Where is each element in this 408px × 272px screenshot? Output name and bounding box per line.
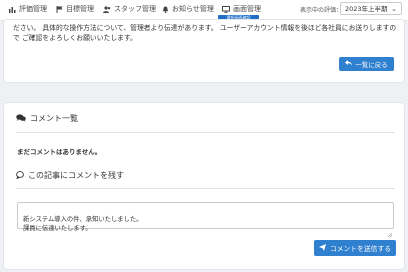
nav-item-staff[interactable]: スタッフ管理 (103, 4, 156, 14)
submit-comment-button[interactable]: コメントを送信する (314, 240, 396, 256)
period-value: 2023年上半期 (345, 5, 388, 13)
nav-item-notices[interactable]: お知らせ管理 (162, 4, 214, 14)
nav-label: お知らせ管理 (172, 5, 214, 13)
comment-bubble-icon (16, 170, 24, 181)
comment-list-heading: コメント一覧 (16, 113, 78, 124)
announcement-card: ださい。 具体的な操作方法について、管理者より伝達があります。 ユーザーアカウン… (4, 20, 404, 82)
comments-icon (16, 113, 26, 124)
divider (16, 132, 395, 133)
nav-label: スタッフ管理 (114, 5, 156, 13)
resize-handle-icon[interactable] (387, 222, 393, 238)
bar-chart-icon (9, 6, 16, 13)
empty-comments-text: まだコメントはありません。 (17, 148, 102, 156)
submit-button-label: コメントを送信する (329, 245, 392, 253)
top-nav: 評価管理 目標管理 スタッフ管理 お知らせ管理 画面管理 選択画面確認 表示中の… (0, 0, 408, 21)
users-icon (103, 5, 111, 13)
nav-item-evaluation[interactable]: 評価管理 (9, 4, 47, 14)
reply-arrow-icon (345, 60, 353, 68)
bell-icon (162, 6, 169, 13)
nav-label: 評価管理 (19, 5, 47, 13)
flag-icon (56, 5, 63, 13)
nav-item-screens[interactable]: 画面管理 (222, 4, 261, 14)
nav-label: 目標管理 (66, 5, 94, 13)
period-label: 表示中の評価： (300, 7, 343, 14)
comment-form-heading: この記事にコメントを残す (16, 170, 124, 181)
back-button-label: 一覧に戻る (355, 61, 388, 69)
divider (16, 188, 395, 189)
chevron-down-icon: ⌄ (391, 5, 397, 13)
period-select[interactable]: 2023年上半期 ⌄ (340, 2, 402, 15)
comments-card: コメント一覧 まだコメントはありません。 この記事にコメントを残す 新システム導… (4, 103, 404, 269)
monitor-icon (222, 5, 230, 13)
back-to-list-button[interactable]: 一覧に戻る (339, 57, 394, 71)
comment-input-value: 新システム導入の件、承知いたしました。 課員に伝達いたします。 (23, 216, 143, 232)
announcement-text: ださい。 具体的な操作方法について、管理者より伝達があります。 ユーザーアカウン… (13, 24, 397, 42)
send-icon (318, 243, 326, 253)
comment-form-title: この記事にコメントを残す (28, 171, 124, 180)
comment-list-title: コメント一覧 (30, 114, 78, 123)
nav-item-goals[interactable]: 目標管理 (56, 4, 94, 14)
nav-label: 画面管理 (233, 5, 261, 13)
comment-textarea[interactable]: 新システム導入の件、承知いたしました。 課員に伝達いたします。 (17, 202, 394, 238)
